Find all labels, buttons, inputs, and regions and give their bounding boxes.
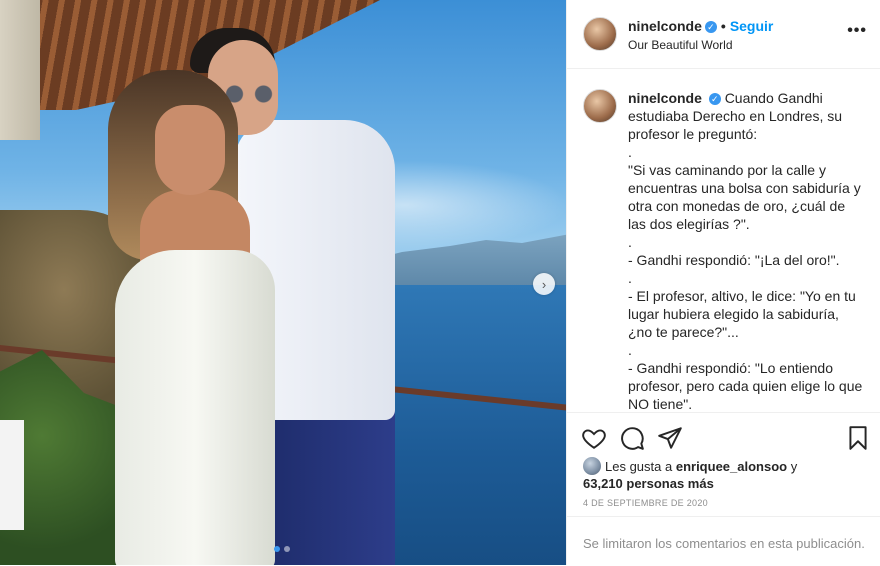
share-icon[interactable] xyxy=(657,425,683,451)
comment-icon[interactable] xyxy=(619,425,645,451)
heart-icon[interactable] xyxy=(581,425,607,451)
caption-username[interactable]: ninelconde xyxy=(628,90,702,106)
comments-area[interactable]: ninelconde ✓ Cuando Gandhi estudiaba Der… xyxy=(567,69,880,412)
post-header: ninelconde ✓ • Seguir Our Beautiful World •… xyxy=(567,0,880,69)
caption-line: - Gandhi respondió: "Lo entiendo profeso… xyxy=(628,360,863,412)
liker-avatar[interactable] xyxy=(583,457,601,475)
woman-face xyxy=(155,105,225,195)
verified-badge-icon: ✓ xyxy=(704,21,717,33)
comments-limited-notice: Se limitaron los comentarios en esta pub… xyxy=(583,536,865,551)
carousel-dot xyxy=(284,546,290,552)
caption-avatar[interactable] xyxy=(583,89,617,123)
likes-summary: Les gusta a enriquee_alonsoo y 63,210 pe… xyxy=(583,457,863,492)
man-pants xyxy=(265,400,395,565)
post-photo[interactable]: › xyxy=(0,0,566,565)
caption-line: . xyxy=(628,144,632,160)
chevron-right-icon: › xyxy=(541,276,547,292)
likes-prefix: Les gusta a xyxy=(605,459,673,474)
header-user-row: ninelconde ✓ • Seguir xyxy=(628,18,773,34)
post-caption: ninelconde ✓ Cuando Gandhi estudiaba Der… xyxy=(628,89,864,412)
woman-dress xyxy=(115,250,275,565)
verified-badge-icon: ✓ xyxy=(708,93,721,105)
separator-dot: • xyxy=(720,18,726,34)
location-link[interactable]: Our Beautiful World xyxy=(628,38,733,52)
header-username[interactable]: ninelconde xyxy=(628,18,702,34)
plant-pot xyxy=(0,420,24,530)
pillar xyxy=(0,0,40,140)
comments-footer: Se limitaron los comentarios en esta pub… xyxy=(567,516,880,566)
post-side-panel: ninelconde ✓ • Seguir Our Beautiful World •… xyxy=(566,0,880,565)
liker-username[interactable]: enriquee_alonsoo xyxy=(676,459,787,474)
avatar[interactable] xyxy=(583,17,617,51)
more-options-icon[interactable]: ••• xyxy=(847,22,867,40)
caption-line: . xyxy=(628,234,632,250)
caption-line: - Gandhi respondió: "¡La del oro!". xyxy=(628,252,840,268)
caption-line: "Si vas caminando por la calle y encuent… xyxy=(628,162,861,232)
post-date[interactable]: 4 DE SEPTIEMBRE DE 2020 xyxy=(583,498,708,508)
carousel-dots xyxy=(274,546,290,552)
carousel-dot-active xyxy=(274,546,280,552)
likes-conjunction: y xyxy=(790,459,798,474)
caption-line: . xyxy=(628,342,632,358)
carousel-next-button[interactable]: › xyxy=(533,273,555,295)
follow-button[interactable]: Seguir xyxy=(730,18,774,34)
bookmark-icon[interactable] xyxy=(845,425,871,451)
action-bar xyxy=(567,412,880,461)
caption-line: . xyxy=(628,270,632,286)
caption-line: - El profesor, altivo, le dice: "Yo en t… xyxy=(628,288,856,340)
likes-count[interactable]: 63,210 personas más xyxy=(583,476,714,491)
